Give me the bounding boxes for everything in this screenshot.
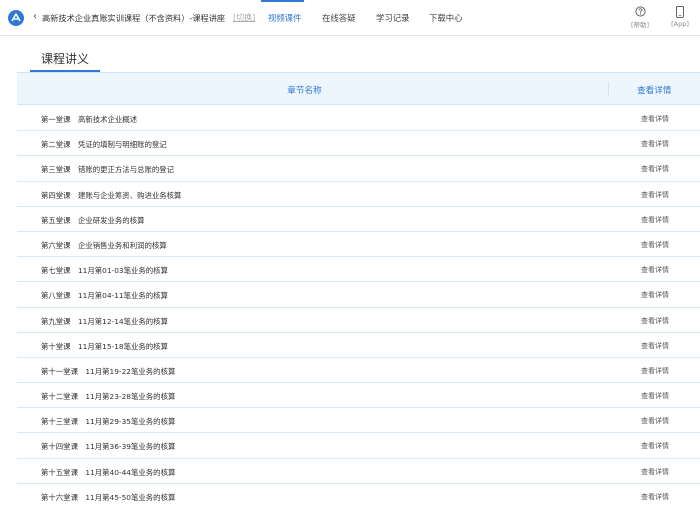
column-header-chapter-name: 章节名称 xyxy=(287,86,322,96)
table-row: 第五堂课 企业研发业务的核算 查看详情 xyxy=(17,207,700,232)
view-details-link[interactable]: 查看详情 xyxy=(641,190,669,200)
tab-video-courseware[interactable]: 视频课件 xyxy=(268,12,302,24)
tab-study-records[interactable]: 学习记录 xyxy=(376,12,410,24)
chapter-name: 第六堂课 企业销售业务和利润的核算 xyxy=(41,240,167,250)
view-details-link[interactable]: 查看详情 xyxy=(641,265,669,275)
table-row: 第十三堂课 11月第29-35笔业务的核算 查看详情 xyxy=(17,408,700,434)
app-button[interactable]: [App] xyxy=(669,6,691,28)
chapter-name: 第十六堂课 11月第45-50笔业务的核算 xyxy=(41,492,176,502)
chapter-name: 第一堂课 高新技术企业概述 xyxy=(41,115,138,124)
chapter-list: 第一堂课 高新技术企业概述 查看详情 第二堂课 凭证的填制与明细账的登记 查看详情 第三… xyxy=(17,106,700,506)
app-label: [App] xyxy=(671,20,689,28)
chapter-name: 第三堂课 错账的更正方法与总账的登记 xyxy=(41,165,175,175)
view-details-link[interactable]: 查看详情 xyxy=(641,341,669,351)
table-row: 第七堂课 11月第01-03笔业务的核算 查看详情 xyxy=(17,257,700,283)
help-button[interactable]: [帮助] xyxy=(629,6,651,29)
view-details-link[interactable]: 查看详情 xyxy=(641,492,669,502)
tab-download-center[interactable]: 下载中心 xyxy=(429,12,463,24)
table-row: 第十二堂课 11月第23-28笔业务的核算 查看详情 xyxy=(17,383,700,409)
table-row: 第十一堂课 11月第19-22笔业务的核算 查看详情 xyxy=(17,358,700,384)
table-row: 第十六堂课 11月第45-50笔业务的核算 查看详情 xyxy=(17,484,700,506)
course-title: 高新技术企业真账实训课程（不含资料）-课程讲座 xyxy=(42,13,226,23)
chapter-name: 第十一堂课 11月第19-22笔业务的核算 xyxy=(41,366,176,376)
view-details-link[interactable]: 查看详情 xyxy=(641,114,669,124)
view-details-link[interactable]: 查看详情 xyxy=(641,416,669,426)
back-icon[interactable]: ‹ xyxy=(33,11,37,22)
chapter-name: 第八堂课 11月第04-11笔业务的核算 xyxy=(41,291,168,301)
active-tab-indicator xyxy=(261,0,304,2)
question-circle-icon xyxy=(634,6,646,17)
table-row: 第九堂课 11月第12-14笔业务的核算 查看详情 xyxy=(17,308,700,333)
chapter-name: 第十堂课 11月第15-18笔业务的核算 xyxy=(41,341,168,351)
brand-logo-icon[interactable] xyxy=(8,10,24,26)
switch-course-link[interactable]: [切换] xyxy=(233,12,255,23)
chapter-name: 第十四堂课 11月第36-39笔业务的核算 xyxy=(41,442,176,452)
chapter-name: 第十二堂课 11月第23-28笔业务的核算 xyxy=(41,392,176,402)
column-header-view-details: 查看详情 xyxy=(637,86,672,96)
table-row: 第六堂课 企业销售业务和利润的核算 查看详情 xyxy=(17,232,700,258)
chapter-name: 第十五堂课 11月第40-44笔业务的核算 xyxy=(41,467,176,477)
table-row: 第二堂课 凭证的填制与明细账的登记 查看详情 xyxy=(17,131,700,157)
table-row: 第三堂课 错账的更正方法与总账的登记 查看详情 xyxy=(17,156,700,182)
top-bar: ‹ 高新技术企业真账实训课程（不含资料）-课程讲座 [切换] 视频课件 在线答疑… xyxy=(0,0,700,36)
table-row: 第十堂课 11月第15-18笔业务的核算 查看详情 xyxy=(17,333,700,358)
chapter-name: 第四堂课 建账与企业筹资、购进业务核算 xyxy=(41,190,182,200)
view-details-link[interactable]: 查看详情 xyxy=(641,467,669,477)
view-details-link[interactable]: 查看详情 xyxy=(641,391,669,401)
view-details-link[interactable]: 查看详情 xyxy=(641,215,669,225)
column-divider xyxy=(608,82,609,96)
table-row: 第十四堂课 11月第36-39笔业务的核算 查看详情 xyxy=(17,433,700,459)
phone-icon xyxy=(676,6,684,18)
tab-online-qa[interactable]: 在线答疑 xyxy=(322,12,356,24)
chapter-name: 第七堂课 11月第01-03笔业务的核算 xyxy=(41,266,168,276)
chapter-name: 第二堂课 凭证的填制与明细账的登记 xyxy=(41,140,167,150)
section-title: 课程讲义 xyxy=(41,52,90,66)
chapter-name: 第十三堂课 11月第29-35笔业务的核算 xyxy=(41,417,176,427)
view-details-link[interactable]: 查看详情 xyxy=(641,164,669,174)
view-details-link[interactable]: 查看详情 xyxy=(641,441,669,451)
table-header: 章节名称 查看详情 xyxy=(17,72,700,105)
view-details-link[interactable]: 查看详情 xyxy=(641,316,669,326)
view-details-link[interactable]: 查看详情 xyxy=(641,139,669,149)
view-details-link[interactable]: 查看详情 xyxy=(641,290,669,300)
view-details-link[interactable]: 查看详情 xyxy=(641,240,669,250)
table-row: 第一堂课 高新技术企业概述 查看详情 xyxy=(17,106,700,132)
table-row: 第四堂课 建账与企业筹资、购进业务核算 查看详情 xyxy=(17,182,700,207)
table-row: 第十五堂课 11月第40-44笔业务的核算 查看详情 xyxy=(17,459,700,484)
table-row: 第八堂课 11月第04-11笔业务的核算 查看详情 xyxy=(17,282,700,308)
chapter-name: 第九堂课 11月第12-14笔业务的核算 xyxy=(41,316,168,326)
chapter-name: 第五堂课 企业研发业务的核算 xyxy=(41,215,145,225)
view-details-link[interactable]: 查看详情 xyxy=(641,366,669,376)
help-label: [帮助] xyxy=(630,21,650,29)
